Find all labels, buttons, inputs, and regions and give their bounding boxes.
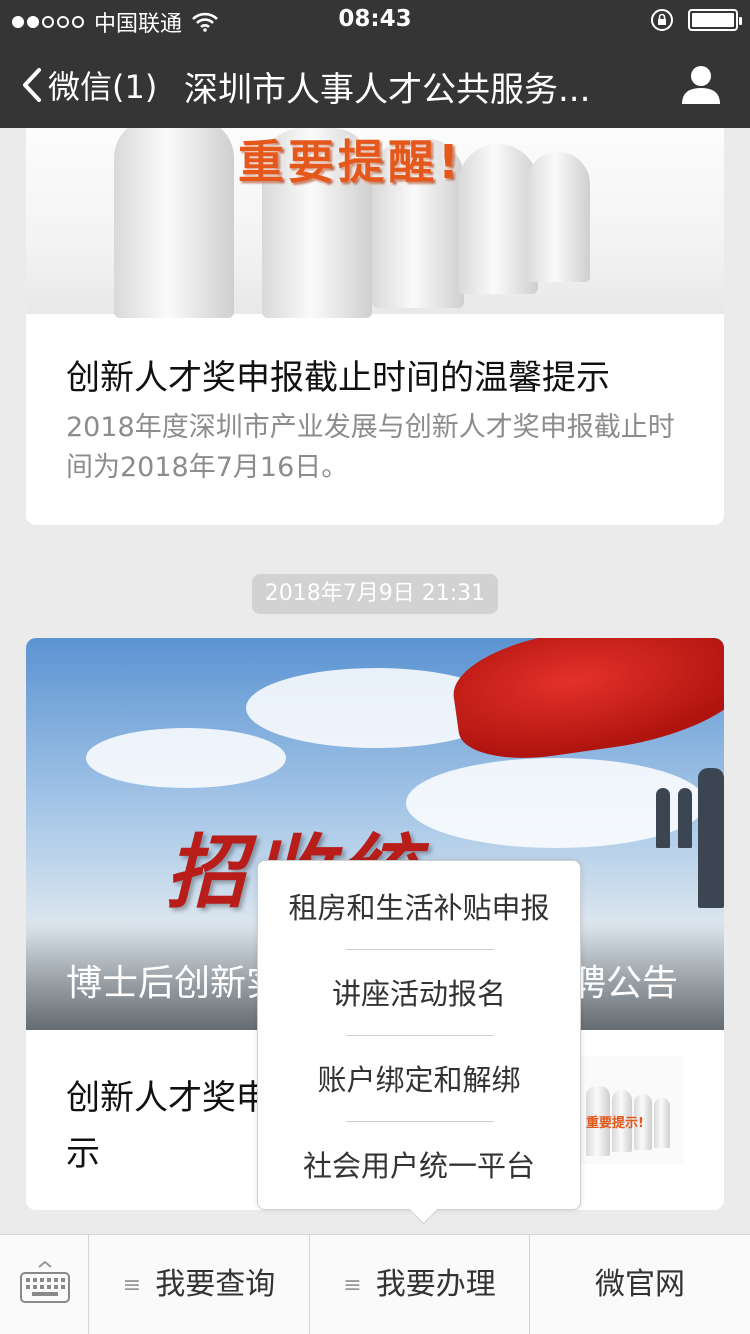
article-description: 2018年度深圳市产业发展与创新人才奖申报截止时间为2018年7月16日。 (66, 412, 675, 483)
thumbnail-text: 重要提示! (586, 1116, 644, 1131)
tab-micro-site[interactable]: 微官网 (530, 1235, 750, 1334)
figure-decoration (654, 1098, 670, 1148)
rotation-lock-icon (651, 9, 673, 31)
tab-handle[interactable]: ≡ 我要办理 (310, 1235, 530, 1334)
battery-icon (688, 9, 742, 31)
status-bar: 中国联通 08:43 (0, 0, 750, 40)
menu-item-rent-subsidy[interactable]: 租房和生活补贴申报 (258, 865, 580, 951)
person-silhouette (656, 788, 670, 848)
menu-icon: ≡ (343, 1273, 362, 1298)
menu-divider (346, 949, 494, 950)
person-silhouette (678, 788, 692, 848)
menu-icon: ≡ (122, 1273, 142, 1298)
bottom-menu-bar: ≡ 我要查询 ≡ 我要办理 微官网 (0, 1234, 750, 1334)
battery-fill (692, 13, 734, 27)
menu-item-lecture-signup[interactable]: 讲座活动报名 (258, 951, 580, 1037)
red-flag-decoration (447, 638, 724, 769)
person-silhouette (698, 768, 724, 908)
tab-label: 微官网 (595, 1267, 685, 1302)
top-bar: 中国联通 08:43 微信(1) 深圳市人事人才公共服务... (0, 0, 750, 128)
article-title: 创新人才奖申报截止时间的温馨提示 (66, 358, 610, 398)
status-right (650, 8, 742, 32)
back-label: 微信(1) (48, 68, 158, 106)
popup-menu: 租房和生活补贴申报 讲座活动报名 账户绑定和解绑 社会用户统一平台 (257, 860, 581, 1210)
tab-label: 我要办理 (375, 1267, 496, 1302)
tab-label: 我要查询 (155, 1267, 276, 1302)
keyboard-toggle-button[interactable] (0, 1235, 89, 1334)
nav-bar: 微信(1) 深圳市人事人才公共服务... (0, 40, 750, 128)
article-card[interactable]: 重要提醒! 创新人才奖申报截止时间的温馨提示 2018年度深圳市产业发展与创新人… (26, 128, 724, 525)
cloud-decoration (86, 728, 286, 788)
tab-query[interactable]: ≡ 我要查询 (89, 1235, 310, 1334)
back-button[interactable]: 微信(1) (20, 62, 157, 108)
chevron-left-icon (23, 68, 41, 102)
menu-divider (346, 1121, 494, 1122)
page-title: 深圳市人事人才公共服务... (184, 70, 591, 110)
article-cover-image: 重要提醒! (26, 128, 724, 318)
figure-decoration (114, 128, 234, 318)
keyboard-icon (20, 1261, 70, 1303)
banner-text: 重要提醒! (238, 135, 463, 189)
status-time: 08:43 (338, 6, 412, 32)
message-timestamp: 2018年7月9日 21:31 (252, 574, 498, 614)
article-thumbnail[interactable]: 重要提示! (576, 1056, 684, 1164)
figure-decoration (526, 152, 590, 282)
menu-divider (346, 1035, 494, 1036)
person-icon[interactable] (680, 64, 722, 104)
menu-item-account-binding[interactable]: 账户绑定和解绑 (258, 1037, 580, 1123)
menu-item-social-platform[interactable]: 社会用户统一平台 (258, 1123, 580, 1209)
